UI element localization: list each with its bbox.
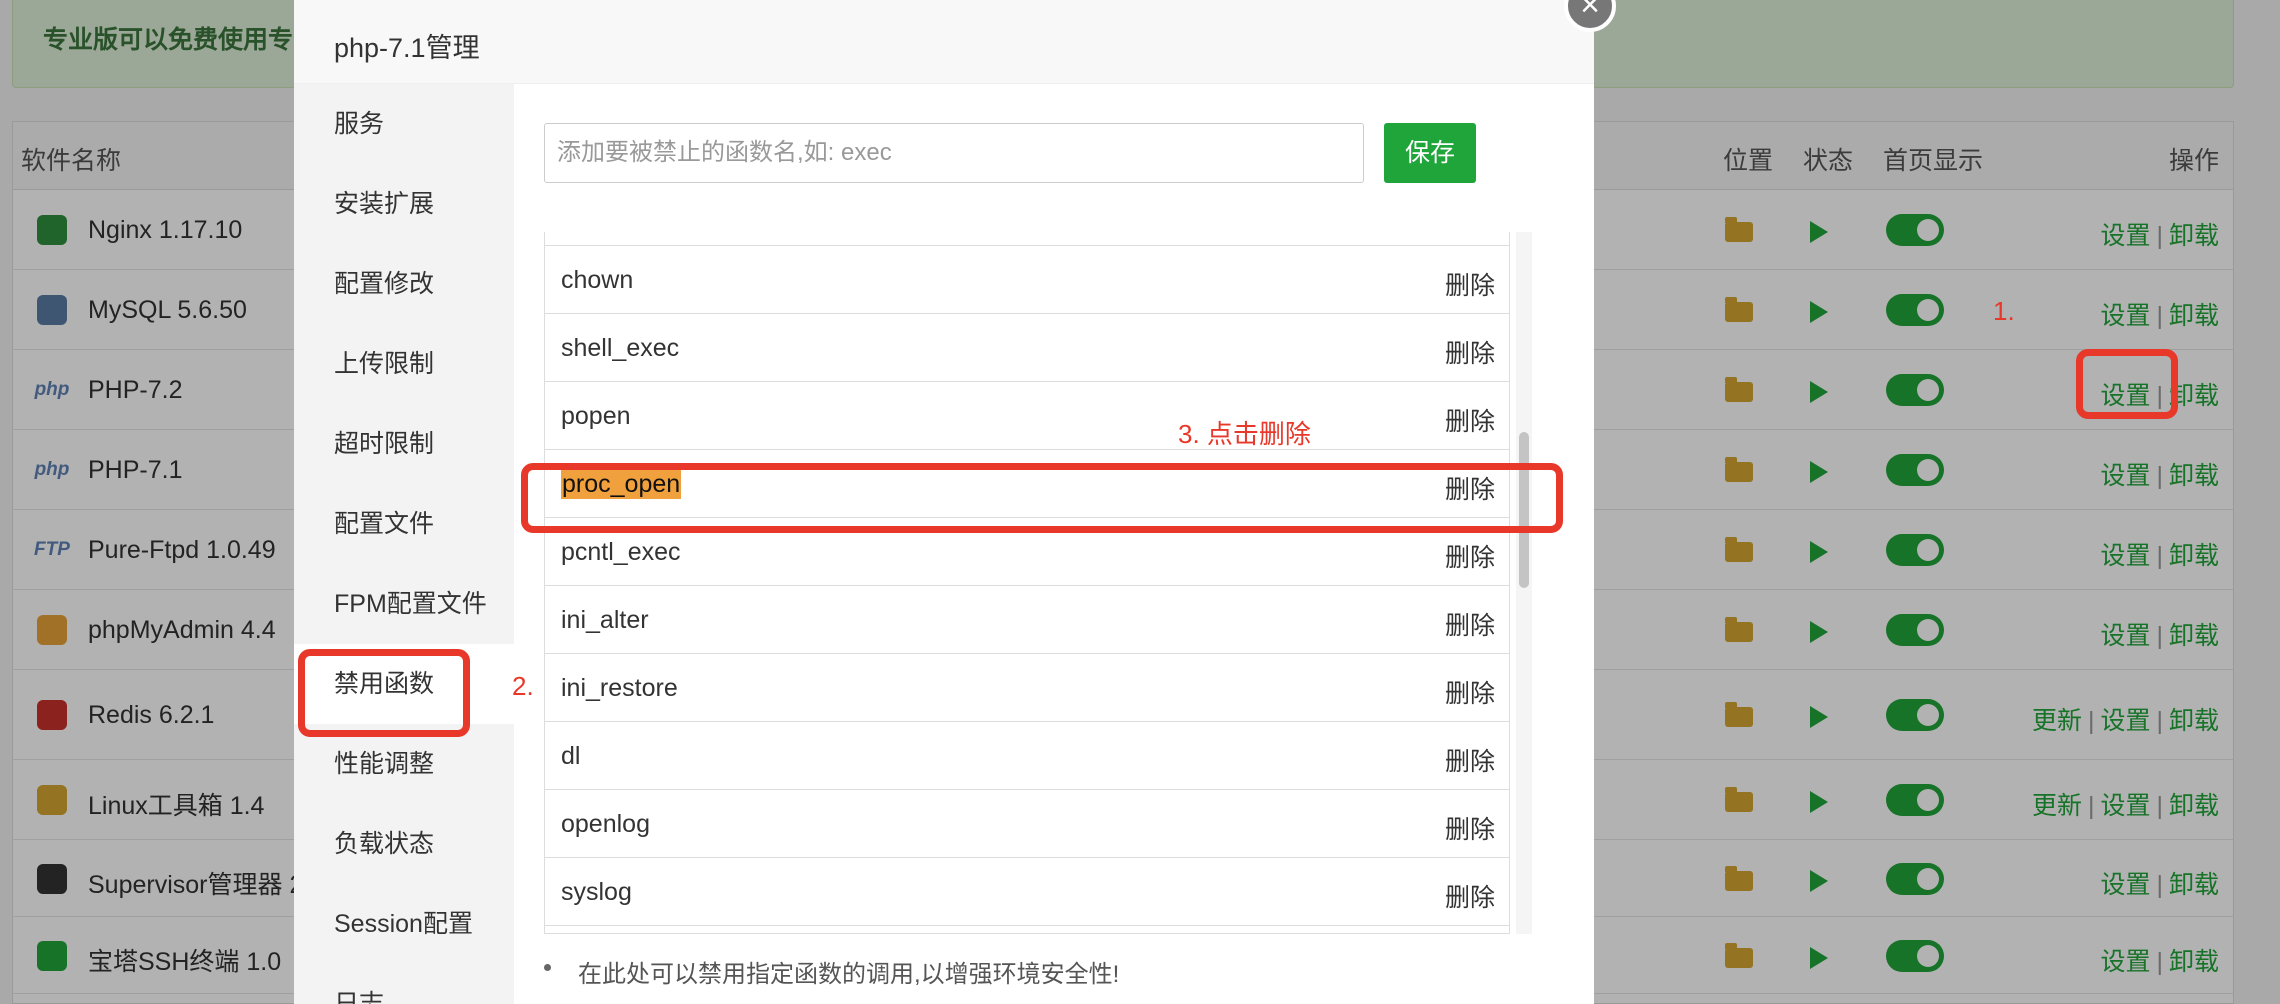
function-name: openlog xyxy=(561,810,650,838)
dialog-nav: 服务 安装扩展 配置修改 上传限制 超时限制 配置文件 FPM配置文件 禁用函数 性能调整 负载状… xyxy=(294,84,514,1004)
delete-button[interactable]: 删除 xyxy=(1445,742,1495,778)
save-button[interactable]: 保存 xyxy=(1384,123,1476,183)
function-row: popen 删除 xyxy=(545,382,1509,450)
help-tip-text: 在此处可以禁用指定函数的调用,以增强环境安全性! xyxy=(578,961,1120,988)
function-row: shell_exec 删除 xyxy=(545,314,1509,382)
function-row: ini_alter 删除 xyxy=(545,586,1509,654)
function-name: ini_restore xyxy=(561,674,678,702)
nav-item[interactable]: 日志 xyxy=(294,964,514,1004)
function-name: syslog xyxy=(561,878,632,906)
nav-item[interactable]: 超时限制 xyxy=(294,404,514,484)
delete-button[interactable]: 删除 xyxy=(1445,266,1495,302)
annotation-step3: 3. 点击删除 xyxy=(1178,419,1311,449)
delete-button[interactable]: 删除 xyxy=(1445,674,1495,710)
nav-item[interactable]: 服务 xyxy=(294,84,514,164)
delete-button[interactable]: 删除 xyxy=(1445,402,1495,438)
annotation-step2: 2. xyxy=(512,671,534,701)
disabled-functions-panel: 添加要被禁止的函数名,如: exec 保存 chgrp删除chown删除shel… xyxy=(514,84,1594,1004)
nav-item[interactable]: 安装扩展 xyxy=(294,164,514,244)
delete-button[interactable]: 删除 xyxy=(1445,334,1495,370)
list-scrollbar[interactable] xyxy=(1516,232,1532,934)
function-name: pcntl_exec xyxy=(561,538,681,566)
nav-item[interactable]: 上传限制 xyxy=(294,324,514,404)
nav-item[interactable]: 负载状态 xyxy=(294,804,514,884)
function-row: syslog 删除 xyxy=(545,858,1509,926)
annotation-step1: 1. xyxy=(1993,296,2015,326)
function-name: chown xyxy=(561,266,634,294)
function-name: ini_alter xyxy=(561,606,649,634)
function-row: openlog 删除 xyxy=(545,790,1509,858)
function-name: shell_exec xyxy=(561,334,680,362)
function-name: dl xyxy=(561,742,581,770)
dialog-title: php-7.1管理 xyxy=(334,33,480,63)
nav-item[interactable]: Session配置 xyxy=(294,884,514,964)
delete-button[interactable]: 删除 xyxy=(1445,810,1495,846)
function-name: popen xyxy=(561,402,631,430)
dialog-titlebar: php-7.1管理 xyxy=(294,0,1594,84)
function-row: ini_restore 删除 xyxy=(545,654,1509,722)
annotation-box-function xyxy=(521,463,1563,533)
annotation-box-settings xyxy=(2076,349,2178,419)
function-name-input[interactable]: 添加要被禁止的函数名,如: exec xyxy=(544,123,1364,183)
delete-button[interactable]: 删除 xyxy=(1445,878,1495,914)
function-row: chgrp删除 xyxy=(545,232,1509,246)
delete-button[interactable]: 删除 xyxy=(1445,538,1495,574)
help-tip: 在此处可以禁用指定函数的调用,以增强环境安全性! xyxy=(544,954,1119,989)
delete-button[interactable]: 删除 xyxy=(1445,606,1495,642)
annotation-box-nav xyxy=(298,649,470,737)
nav-item[interactable]: 配置修改 xyxy=(294,244,514,324)
delete-button[interactable]: 删除 xyxy=(1445,232,1495,234)
nav-item[interactable]: FPM配置文件 xyxy=(294,564,514,644)
disabled-function-list: chgrp删除chown删除shell_exec删除popen删除proc_op… xyxy=(544,232,1510,934)
nav-item[interactable]: 配置文件 xyxy=(294,484,514,564)
function-row: dl 删除 xyxy=(545,722,1509,790)
function-row: chown 删除 xyxy=(545,246,1509,314)
